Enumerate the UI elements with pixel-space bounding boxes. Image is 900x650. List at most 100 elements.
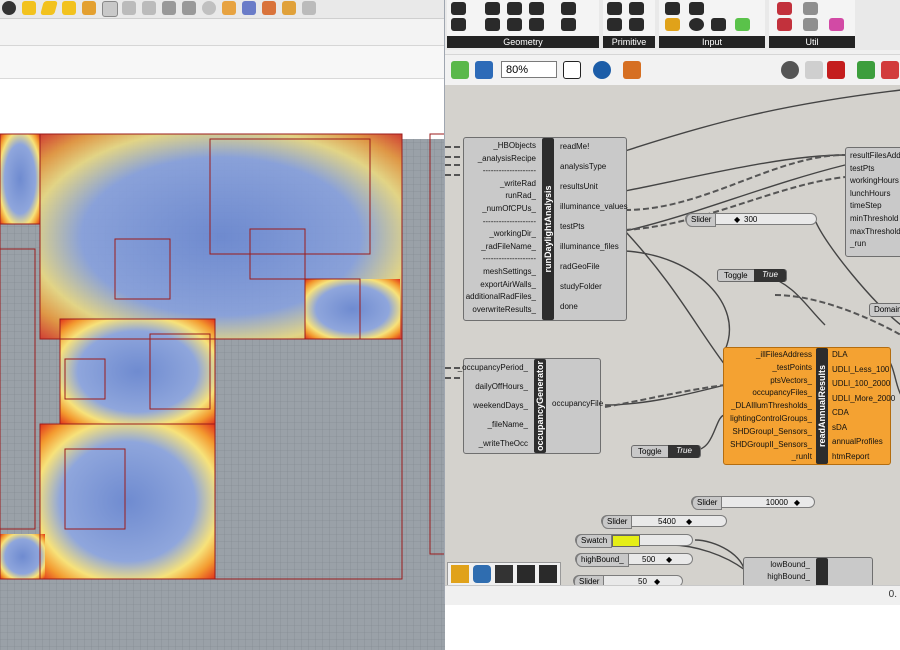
input-pin[interactable]: overwriteResults_ [472, 305, 536, 315]
output-pin[interactable]: DLA [832, 350, 848, 360]
plugin-icon[interactable] [262, 1, 276, 15]
button-icon[interactable] [665, 2, 680, 15]
output-pin[interactable]: done [560, 302, 578, 312]
slider-handle-icon[interactable]: ◆ [654, 576, 660, 585]
array-icon[interactable] [162, 1, 176, 15]
slider-10000[interactable]: Slider 10000 ◆ [691, 496, 815, 510]
output-pin[interactable]: radGeoFile [560, 262, 600, 272]
input-pin[interactable]: runRad_ [505, 191, 536, 201]
toggle-icon[interactable] [689, 2, 704, 15]
output-pin[interactable]: annualProfiles [832, 437, 883, 447]
open-file-icon[interactable] [451, 61, 469, 79]
circle-tool-icon[interactable] [102, 1, 118, 17]
input-pin[interactable]: _HBObjects [493, 141, 536, 151]
output-pin[interactable]: minThreshold [850, 214, 898, 224]
output-pin[interactable]: UDLI_More_2000 [832, 394, 895, 404]
input-pin[interactable]: SHDGroupI_Sensors_ [732, 427, 812, 437]
swatch-component[interactable]: Swatch [575, 534, 693, 548]
curve-icon[interactable] [451, 18, 466, 31]
output-pin[interactable]: UDLI_100_2000 [832, 379, 890, 389]
output-pin[interactable]: readMe! [560, 142, 589, 152]
input-pin[interactable]: _numOfCPUs_ [482, 204, 536, 214]
download-icon[interactable] [539, 565, 557, 583]
zoom-extents-icon[interactable] [563, 61, 581, 79]
output-pin[interactable]: htmReport [832, 452, 869, 462]
toggle-value[interactable]: True [668, 445, 700, 458]
group-icon[interactable] [561, 18, 576, 31]
ladybug-icon[interactable] [451, 565, 469, 583]
slider-handle-icon[interactable]: ◆ [666, 554, 672, 566]
slider-50[interactable]: Slider 50 ◆ [573, 575, 683, 585]
output-pin[interactable]: testPts [850, 164, 874, 174]
input-pin[interactable]: _writeRad [500, 179, 536, 189]
twisted-box-icon[interactable] [529, 18, 544, 31]
shaded-preview-icon[interactable] [827, 61, 845, 79]
output-pin[interactable]: studyFolder [560, 282, 602, 292]
cherries-icon[interactable] [777, 2, 792, 15]
mirror-icon[interactable] [182, 1, 196, 15]
input-pin[interactable]: -------------------- [483, 254, 536, 264]
toggle-value[interactable]: True [754, 269, 786, 282]
input-pin[interactable]: _writeTheOcc [479, 439, 528, 449]
input-pin[interactable]: lightingControlGroups_ [730, 414, 812, 424]
right-edge-component[interactable]: resultFilesAddress testPts workingHours lun… [845, 147, 900, 257]
output-pin[interactable]: workingHours [850, 176, 899, 186]
input-pin[interactable]: _testPoints [772, 363, 812, 373]
tab-group-primitive[interactable]: Primitive [603, 0, 655, 48]
occupancy-generator-component[interactable]: occupancyGenerator _occupancyPeriod_ dail… [458, 358, 603, 454]
slider-5400[interactable]: Slider 5400 ◆ [601, 515, 727, 529]
toggle-bottom[interactable]: Toggle True [631, 445, 701, 458]
rotate-icon[interactable] [122, 1, 136, 15]
output-pin[interactable]: _run [850, 239, 866, 249]
text-icon[interactable] [629, 2, 644, 15]
input-pin[interactable]: _fileName_ [488, 420, 528, 430]
input-pin[interactable]: -------------------- [483, 217, 536, 227]
sketch-pen-icon[interactable] [623, 61, 641, 79]
toggle-top[interactable]: Toggle True [717, 269, 787, 282]
output-pin[interactable]: testPts [560, 222, 584, 232]
bake-icon[interactable] [857, 61, 875, 79]
input-pin[interactable]: weekendDays_ [473, 401, 528, 411]
preview-mode-icon[interactable] [781, 61, 799, 79]
read-annual-results-component[interactable]: readAnnualResults _illFilesAddress _testP… [723, 347, 895, 465]
render-sphere-icon[interactable] [202, 1, 216, 15]
input-pin[interactable]: dailyOffHours_ [475, 382, 528, 392]
save-icon[interactable] [475, 61, 493, 79]
slider-highbound[interactable]: highBound_ 500 ◆ [575, 553, 693, 567]
output-pin[interactable]: UDLI_Less_100 [832, 365, 889, 375]
surface-icon[interactable] [529, 2, 544, 15]
paint-icon[interactable] [282, 1, 296, 15]
slider-handle-icon[interactable]: ◆ [794, 497, 800, 509]
extrude-icon[interactable] [62, 1, 76, 15]
output-pin[interactable]: illuminance_values [560, 202, 628, 212]
arrow-icon[interactable] [302, 1, 316, 15]
panel-icon[interactable] [711, 18, 726, 31]
input-pin[interactable]: exportAirWalls_ [480, 280, 536, 290]
preview-eye-icon[interactable] [593, 61, 611, 79]
relay-icon[interactable] [803, 18, 818, 31]
material-icon[interactable] [222, 1, 236, 15]
tab-group-input[interactable]: Input [659, 0, 765, 48]
edge-icon[interactable] [507, 18, 522, 31]
slider-handle-icon[interactable]: ◆ [734, 214, 740, 226]
input-pin[interactable]: occupancyFiles_ [752, 388, 812, 398]
flask-icon[interactable] [829, 18, 844, 31]
pencil-icon[interactable] [40, 1, 58, 15]
brep-icon[interactable] [485, 18, 500, 31]
bounds-component[interactable]: lowBound_ highBound_ [743, 557, 873, 585]
hexagon-icon[interactable] [485, 2, 500, 15]
input-pin[interactable]: SHDGroupII_Sensors_ [730, 440, 812, 450]
zoom-select[interactable]: 80% [501, 61, 557, 78]
python-icon[interactable] [473, 565, 491, 583]
shape-icon[interactable] [82, 1, 96, 15]
arrow-right-icon[interactable] [803, 2, 818, 15]
sphere-icon[interactable] [2, 1, 16, 15]
mesh-icon[interactable] [561, 2, 576, 15]
box-icon[interactable] [22, 1, 36, 15]
input-pin[interactable]: _runIt [792, 452, 812, 462]
output-pin[interactable]: maxThreshold [850, 227, 900, 237]
input-pin[interactable]: _illFilesAddress [756, 350, 812, 360]
color-wheel-icon[interactable] [881, 61, 899, 79]
run-daylight-analysis-component[interactable]: runDaylightAnalysis _HBObjects _analysisR… [463, 137, 628, 321]
output-pin[interactable]: analysisType [560, 162, 606, 172]
